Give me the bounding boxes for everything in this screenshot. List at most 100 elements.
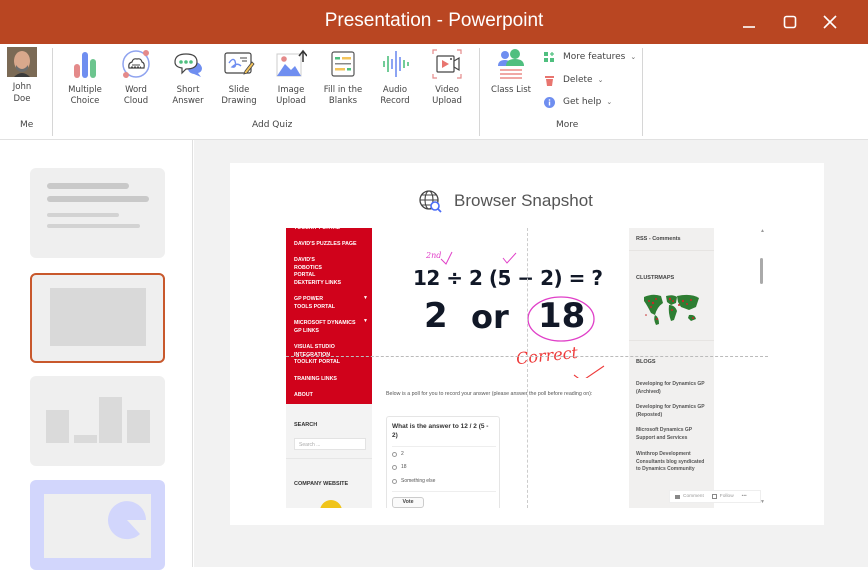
ribbon-divider [479,48,480,136]
multiple-choice-line1: Multiple [68,85,102,95]
audio-record-line2: Record [380,95,410,106]
word-cloud-icon [122,50,150,78]
thumb-bar [99,397,122,443]
user-first-name: John [12,82,32,92]
nav-item[interactable]: TOOLKIT PORTAL [294,228,364,233]
nav-item[interactable]: DAVID'S ROBOTICS PORTAL [294,257,344,280]
browser-snapshot: TOOLKIT PORTAL DAVID'S PUZZLES PAGE DAVI… [286,228,768,508]
minimize-icon [743,26,755,28]
nav-item[interactable]: DEXTERITY LINKS [294,280,364,288]
title-bar: Presentation - Powerpoint [0,0,868,44]
minimize-button[interactable] [735,8,763,36]
scrollbar-thumb[interactable] [760,258,763,284]
right-sidebar: RSS - Comments CLUSTRMAPS BLOGS Developi… [629,228,714,508]
image-upload-icon [276,49,307,77]
vote-button[interactable]: Vote [392,497,424,508]
get-help-button[interactable]: Get help ⌄ [544,94,612,110]
more-features-label: More features [563,52,626,62]
nav-item[interactable]: ABOUT [294,392,364,400]
blog-link[interactable]: Developing for Dynamics GP (Reposted) [636,404,708,419]
image-upload-button[interactable]: Image Upload [266,48,316,110]
slide-thumbnail-3[interactable] [30,376,165,466]
comment-link[interactable]: Comment [683,494,704,499]
radio-button[interactable] [392,464,397,470]
poll-option[interactable]: Something else [392,478,435,484]
slide-thumbnail-4[interactable] [30,480,165,570]
ink-annotation-2nd: 2nd [426,251,442,260]
slide-drawing-line2: Drawing [221,95,257,106]
short-answer-line1: Short [176,85,200,95]
user-last-name: Doe [13,94,31,104]
multiple-choice-button[interactable]: Multiple Choice [60,48,110,110]
class-list-button[interactable]: Class List [486,48,536,110]
more-features-button[interactable]: More features ⌄ [544,49,636,65]
image-upload-line2: Upload [276,95,306,106]
blogs-heading: BLOGS [636,359,656,365]
slide-thumbnail-2[interactable] [30,273,165,363]
poll-option-label: 18 [401,464,407,470]
slide-drawing-button[interactable]: Slide Drawing [214,48,264,110]
chat-bubbles-icon [174,53,202,77]
nav-item[interactable]: TRAINING LINKS [294,376,364,384]
group-label-add-quiz: Add Quiz [252,120,293,130]
rss-comments-link[interactable]: RSS - Comments [636,236,681,242]
chevron-down-icon: ⌄ [606,98,613,106]
ribbon-divider [642,48,643,136]
poll-option[interactable]: 18 [392,464,407,470]
blog-link[interactable]: Winthrop Development Consultants blog sy… [636,451,708,474]
video-upload-line1: Video [435,85,459,95]
ink-circle [527,296,595,342]
more-options-button[interactable]: ••• [742,494,747,499]
slide-canvas[interactable]: Browser Snapshot TOOLKIT PORTAL DAVID'S … [230,163,824,525]
close-icon [823,15,837,29]
slide-thumbnail-panel [0,140,193,570]
radio-button[interactable] [392,451,397,457]
ink-check-mark [440,251,453,265]
nav-item[interactable]: GP POWER TOOLS PORTAL [294,296,336,311]
info-icon [544,96,555,108]
thumb-text-line [47,224,140,228]
short-answer-button[interactable]: Short Answer [163,48,213,110]
radio-button[interactable] [392,478,397,484]
fill-in-the-blanks-button[interactable]: Fill in the Blanks [318,48,368,110]
blog-link[interactable]: Microsoft Dynamics GP Support and Servic… [636,427,708,442]
scroll-up-arrow[interactable]: ▲ [760,228,765,234]
close-button[interactable] [816,8,844,36]
nav-item[interactable]: MICROSOFT DYNAMICS GP LINKS [294,320,362,335]
nav-item[interactable]: DAVID'S PUZZLES PAGE [294,241,364,249]
divider [286,458,372,459]
slide-title-text: Browser Snapshot [454,191,593,210]
pie-chart-icon [108,501,146,540]
follow-icon [711,494,717,499]
follow-link[interactable]: Follow [720,494,734,499]
delete-button[interactable]: Delete ⌄ [544,72,603,88]
browser-scrollbar[interactable]: ▲ ▼ [756,228,768,508]
video-upload-button[interactable]: Video Upload [422,48,472,110]
thumb-bar [46,410,69,443]
poll-option[interactable]: 2 [392,451,404,457]
poll-question: What is the answer to 12 / 2 (5 - 2) [392,423,489,439]
maximize-button[interactable] [776,8,804,36]
world-map-image [644,294,699,325]
video-upload-icon [432,49,462,79]
user-profile[interactable]: John Doe [6,47,38,104]
trash-icon [545,75,554,86]
slide-editor: Browser Snapshot TOOLKIT PORTAL DAVID'S … [194,140,868,567]
divider [392,491,496,492]
word-cloud-button[interactable]: Word Cloud [111,48,161,110]
thumb-image-placeholder [50,288,146,346]
blog-link[interactable]: Developing for Dynamics GP (Archived) [636,381,708,396]
caret-down-icon: ▼ [363,295,368,301]
audio-record-button[interactable]: Audio Record [370,48,420,110]
globe-search-icon [419,190,442,213]
slide-thumbnail-1[interactable] [30,168,165,258]
maximize-icon [783,15,797,29]
guide-line-horizontal [286,356,768,357]
divider [392,446,496,447]
search-heading: SEARCH [294,422,318,428]
divider [629,340,714,341]
guide-line-vertical [527,228,528,508]
search-input[interactable]: Search ... [294,438,366,450]
poll-option-label: 2 [401,451,404,457]
thumb-bar [127,410,150,443]
